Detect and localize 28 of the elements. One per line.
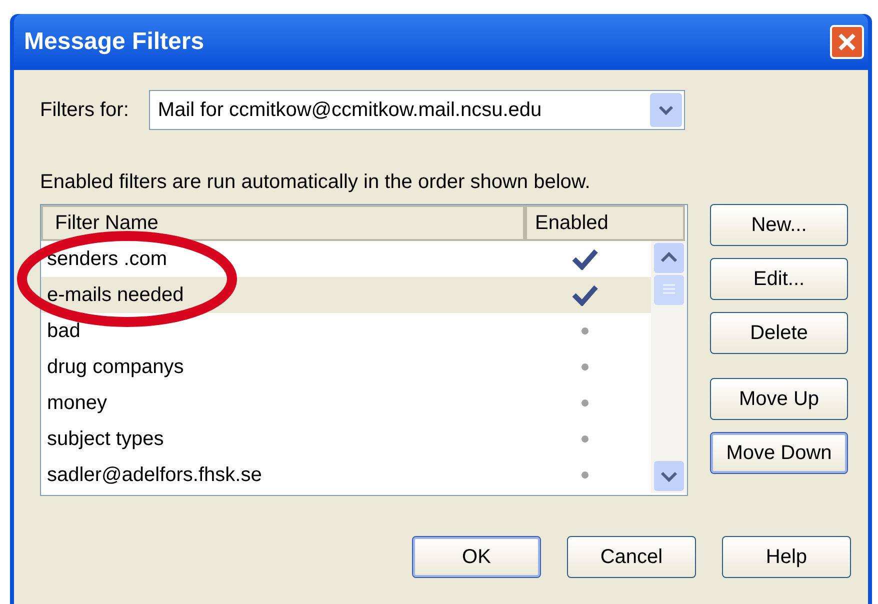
account-dropdown[interactable]: Mail for ccmitkow@ccmitkow.mail.ncsu.edu xyxy=(148,90,685,130)
cancel-button[interactable]: Cancel xyxy=(567,536,696,578)
window-title: Message Filters xyxy=(24,27,204,57)
edit-button[interactable]: Edit... xyxy=(710,258,848,300)
scroll-thumb-icon xyxy=(654,275,684,305)
filter-row[interactable]: e-mails needed xyxy=(41,277,651,313)
scrollbar[interactable] xyxy=(651,241,687,493)
filter-name: drug companys xyxy=(46,355,185,380)
move-down-button[interactable]: Move Down xyxy=(710,432,848,474)
filter-name: sadler@adelfors.fhsk.se xyxy=(46,463,263,488)
move-up-button[interactable]: Move Up xyxy=(710,378,848,420)
close-button[interactable] xyxy=(830,25,864,59)
filter-name: money xyxy=(46,391,108,416)
description-text: Enabled filters are run automatically in the order shown below. xyxy=(40,170,592,194)
scroll-down-icon xyxy=(654,461,684,491)
close-icon xyxy=(837,32,857,52)
filter-name: senders .com xyxy=(46,247,168,272)
scroll-up-icon xyxy=(654,243,684,273)
filter-name: bad xyxy=(46,319,82,344)
column-header[interactable]: Enabled xyxy=(525,205,685,241)
delete-button[interactable]: Delete xyxy=(710,312,848,354)
filter-name: e-mails needed xyxy=(46,283,185,308)
ok-button[interactable]: OK xyxy=(412,536,541,578)
help-button[interactable]: Help xyxy=(722,536,851,578)
column-header[interactable]: Filter Name xyxy=(41,205,525,241)
filters-for-label: Filters for: xyxy=(40,98,129,123)
new-button[interactable]: New... xyxy=(710,204,848,246)
filter-name: subject types xyxy=(46,427,165,452)
